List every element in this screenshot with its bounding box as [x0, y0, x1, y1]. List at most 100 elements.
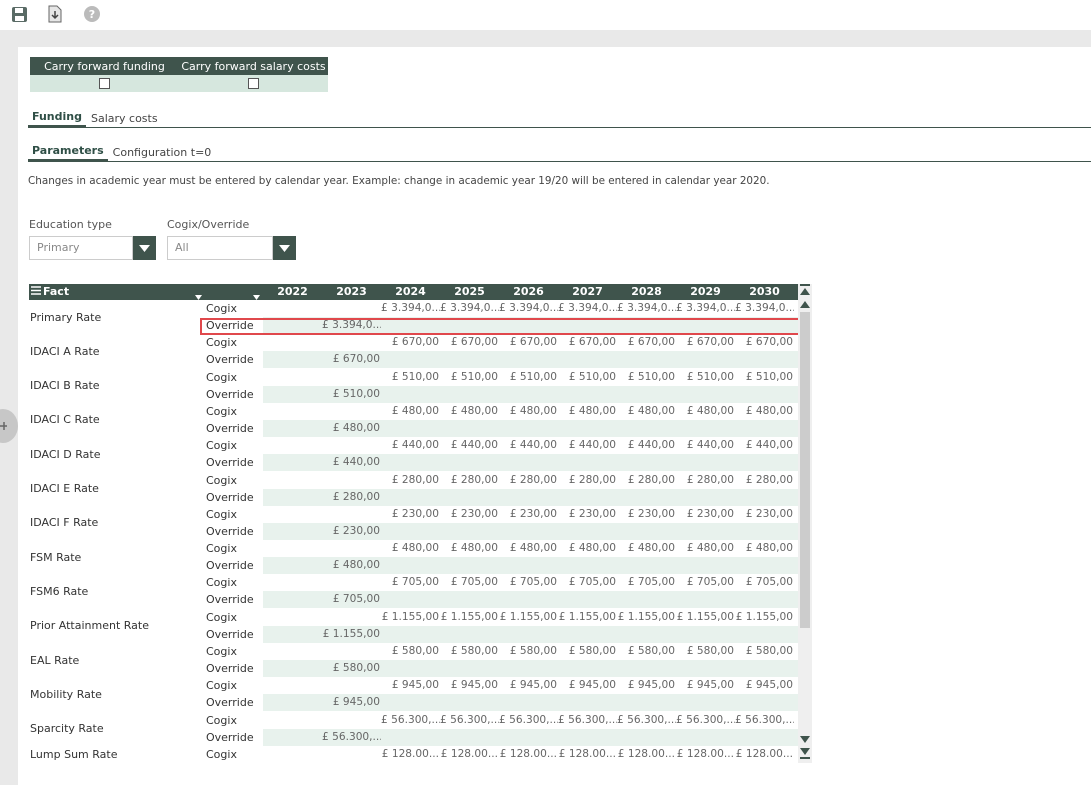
value-cell[interactable]: £ 705,00: [676, 576, 735, 588]
value-cell[interactable]: £ 3.394,0...: [440, 302, 499, 314]
value-cell[interactable]: £ 280,00: [499, 474, 558, 486]
year-column-header[interactable]: 2025: [440, 285, 499, 298]
value-cell[interactable]: £ 480,00: [381, 542, 440, 554]
value-cell[interactable]: £ 1.155,00: [381, 611, 440, 623]
cogix-override-select[interactable]: All: [167, 236, 296, 260]
value-cell[interactable]: £ 3.394,0...: [735, 302, 794, 314]
chevron-down-icon[interactable]: [133, 236, 156, 260]
value-cell[interactable]: £ 230,00: [735, 508, 794, 520]
value-cell[interactable]: £ 480,00: [735, 405, 794, 417]
value-cell[interactable]: £ 230,00: [381, 508, 440, 520]
value-cell[interactable]: £ 480,00: [558, 542, 617, 554]
value-cell[interactable]: £ 670,00: [322, 353, 381, 365]
value-cell[interactable]: £ 440,00: [558, 439, 617, 451]
value-cell[interactable]: £ 230,00: [499, 508, 558, 520]
value-cell[interactable]: £ 3.394,0...: [499, 302, 558, 314]
year-column-header[interactable]: 2023: [322, 285, 381, 298]
value-cell[interactable]: £ 580,00: [676, 645, 735, 657]
value-cell[interactable]: £ 705,00: [440, 576, 499, 588]
value-cell[interactable]: £ 56.300,...: [617, 714, 676, 726]
value-cell[interactable]: £ 280,00: [617, 474, 676, 486]
scroll-down-icon[interactable]: [799, 734, 811, 747]
scroll-thumb[interactable]: [800, 312, 810, 628]
carry-forward-funding-checkbox[interactable]: [99, 78, 110, 89]
year-column-header[interactable]: 2024: [381, 285, 440, 298]
value-cell[interactable]: £ 510,00: [499, 371, 558, 383]
value-cell[interactable]: £ 280,00: [558, 474, 617, 486]
value-cell[interactable]: £ 128.00...: [558, 748, 617, 760]
menu-icon[interactable]: [31, 285, 41, 298]
value-cell[interactable]: £ 230,00: [676, 508, 735, 520]
value-cell[interactable]: £ 480,00: [381, 405, 440, 417]
carry-forward-salary-checkbox[interactable]: [248, 78, 259, 89]
year-column-header[interactable]: 2022: [263, 285, 322, 298]
value-cell[interactable]: £ 1.155,00: [558, 611, 617, 623]
value-cell[interactable]: £ 128.00...: [499, 748, 558, 760]
value-cell[interactable]: £ 705,00: [381, 576, 440, 588]
value-cell[interactable]: £ 230,00: [440, 508, 499, 520]
chevron-down-icon[interactable]: [273, 236, 296, 260]
value-cell[interactable]: £ 1.155,00: [735, 611, 794, 623]
value-cell[interactable]: £ 480,00: [676, 405, 735, 417]
value-cell[interactable]: £ 56.300,...: [499, 714, 558, 726]
education-type-value[interactable]: Primary: [29, 236, 133, 260]
value-cell[interactable]: £ 580,00: [558, 645, 617, 657]
value-cell[interactable]: £ 480,00: [617, 405, 676, 417]
value-cell[interactable]: £ 670,00: [381, 336, 440, 348]
scroll-bottom-icon[interactable]: [799, 747, 811, 762]
tab-salary-costs[interactable]: Salary costs: [87, 112, 162, 127]
value-cell[interactable]: £ 440,00: [499, 439, 558, 451]
value-cell[interactable]: £ 128.00...: [440, 748, 499, 760]
value-cell[interactable]: £ 945,00: [617, 679, 676, 691]
tab-configuration[interactable]: Configuration t=0: [109, 146, 216, 161]
value-cell[interactable]: £ 580,00: [735, 645, 794, 657]
value-cell[interactable]: £ 56.300,...: [558, 714, 617, 726]
value-cell[interactable]: £ 56.300,...: [440, 714, 499, 726]
value-cell[interactable]: £ 945,00: [322, 696, 381, 708]
value-cell[interactable]: £ 1.155,00: [617, 611, 676, 623]
value-cell[interactable]: £ 480,00: [617, 542, 676, 554]
year-column-header[interactable]: 2026: [499, 285, 558, 298]
scroll-up-icon[interactable]: [799, 299, 811, 312]
grid-vertical-scrollbar[interactable]: [798, 284, 812, 763]
value-cell[interactable]: £ 945,00: [499, 679, 558, 691]
value-cell[interactable]: £ 1.155,00: [440, 611, 499, 623]
value-cell[interactable]: £ 56.300,...: [322, 731, 381, 743]
value-cell[interactable]: £ 128.00...: [735, 748, 794, 760]
value-cell[interactable]: £ 480,00: [499, 542, 558, 554]
year-column-header[interactable]: 2027: [558, 285, 617, 298]
value-cell[interactable]: £ 580,00: [617, 645, 676, 657]
value-cell[interactable]: £ 230,00: [322, 525, 381, 537]
fact-column-header[interactable]: Fact: [31, 285, 69, 298]
value-cell[interactable]: £ 510,00: [322, 388, 381, 400]
value-cell[interactable]: £ 670,00: [735, 336, 794, 348]
value-cell[interactable]: £ 480,00: [440, 542, 499, 554]
value-cell[interactable]: £ 440,00: [617, 439, 676, 451]
value-cell[interactable]: £ 480,00: [322, 559, 381, 571]
value-cell[interactable]: £ 670,00: [617, 336, 676, 348]
value-cell[interactable]: £ 480,00: [322, 422, 381, 434]
value-cell[interactable]: £ 705,00: [499, 576, 558, 588]
value-cell[interactable]: £ 440,00: [322, 456, 381, 468]
value-cell[interactable]: £ 705,00: [322, 593, 381, 605]
value-cell[interactable]: £ 510,00: [558, 371, 617, 383]
value-cell[interactable]: £ 945,00: [676, 679, 735, 691]
value-cell[interactable]: £ 580,00: [322, 662, 381, 674]
value-cell[interactable]: £ 580,00: [381, 645, 440, 657]
value-cell[interactable]: £ 3.394,0...: [676, 302, 735, 314]
value-cell[interactable]: £ 945,00: [381, 679, 440, 691]
value-cell[interactable]: £ 3.394,0...: [558, 302, 617, 314]
cogix-override-value[interactable]: All: [167, 236, 273, 260]
value-cell[interactable]: £ 128.00...: [381, 748, 440, 760]
value-cell[interactable]: £ 280,00: [381, 474, 440, 486]
value-cell[interactable]: £ 440,00: [735, 439, 794, 451]
value-cell[interactable]: £ 128.00...: [617, 748, 676, 760]
value-cell[interactable]: £ 670,00: [499, 336, 558, 348]
value-cell[interactable]: £ 280,00: [322, 491, 381, 503]
value-cell[interactable]: £ 1.155,00: [322, 628, 381, 640]
value-cell[interactable]: £ 440,00: [440, 439, 499, 451]
value-cell[interactable]: £ 580,00: [499, 645, 558, 657]
value-cell[interactable]: £ 705,00: [617, 576, 676, 588]
value-cell[interactable]: £ 510,00: [381, 371, 440, 383]
year-column-header[interactable]: 2028: [617, 285, 676, 298]
